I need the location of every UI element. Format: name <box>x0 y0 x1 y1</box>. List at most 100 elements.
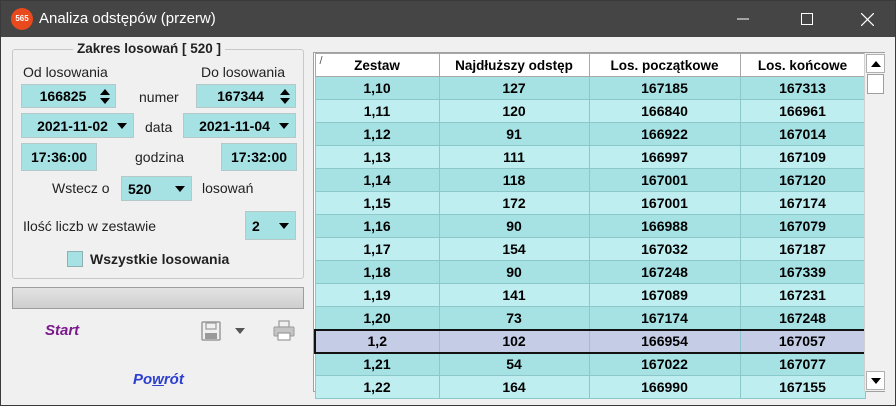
table-cell: 167313 <box>739 76 866 100</box>
to-draw-label: Do losowania <box>201 64 286 80</box>
title-bar[interactable]: 565 Analiza odstępów (przerw) <box>1 1 895 37</box>
spin-arrows-icon[interactable] <box>278 85 292 107</box>
table-cell: 166922 <box>588 122 741 146</box>
column-header-start-draw[interactable]: Los. początkowe <box>588 53 741 77</box>
table-cell: 167174 <box>588 306 741 330</box>
progress-bar <box>12 287 304 309</box>
back-label-mnemonic: w <box>152 371 164 388</box>
set-size-select[interactable]: 2 <box>245 211 296 240</box>
table-cell: 167022 <box>588 352 741 376</box>
sort-indicator-icon: / <box>319 55 323 67</box>
column-header-zestaw[interactable]: / Zestaw <box>314 53 440 77</box>
vertical-scrollbar[interactable] <box>864 53 885 391</box>
table-cell: 167231 <box>739 283 866 307</box>
table-cell: 167155 <box>739 375 866 399</box>
save-icon[interactable] <box>201 321 221 341</box>
table-row[interactable]: 1,22 164 166990 167155 <box>314 375 866 399</box>
table-cell: 1,19 <box>314 283 440 307</box>
table-cell: 1,21 <box>314 352 440 376</box>
table-cell: 102 <box>438 328 590 354</box>
table-cell: 1,13 <box>314 145 440 169</box>
back-by-label: Wstecz o <box>52 180 110 196</box>
dropdown-arrow-icon[interactable] <box>117 122 127 129</box>
table-cell: 1,18 <box>314 260 440 284</box>
column-header-end-draw[interactable]: Los. końcowe <box>739 53 866 77</box>
table-row[interactable]: 1,12 91 166922 167014 <box>314 122 866 146</box>
table-cell: 154 <box>438 237 590 261</box>
godzina-label: godzina <box>135 149 185 165</box>
from-number-spinner[interactable]: 166825 <box>21 84 116 108</box>
to-time-value: 17:32:00 <box>230 149 288 165</box>
back-label-start: Po <box>133 371 153 388</box>
table-row[interactable]: 1,18 90 167248 167339 <box>314 260 866 284</box>
table-cell: 167248 <box>739 306 866 330</box>
table-cell: 166961 <box>739 99 866 123</box>
spin-arrows-icon[interactable] <box>98 85 112 107</box>
minimize-icon <box>737 18 749 20</box>
table-row[interactable]: 1,19 141 167089 167231 <box>314 283 866 307</box>
scroll-thumb[interactable] <box>867 74 884 94</box>
to-number-spinner[interactable]: 167344 <box>196 84 296 108</box>
range-groupbox: Zakres losowań [ 520 ] Od losowania Do l… <box>12 41 304 279</box>
table-cell: 1,12 <box>314 122 440 146</box>
table-cell: 1,15 <box>314 191 440 215</box>
to-time-field[interactable]: 17:32:00 <box>221 143 297 171</box>
dropdown-arrow-icon[interactable] <box>279 222 289 229</box>
back-button[interactable]: Powrót <box>133 371 184 388</box>
back-by-value: 520 <box>128 180 152 197</box>
table-row[interactable]: 1,15 172 167001 167174 <box>314 191 866 215</box>
back-by-suffix: losowań <box>202 180 254 196</box>
table-row[interactable]: 1,11 120 166840 166961 <box>314 99 866 123</box>
dropdown-arrow-icon[interactable] <box>279 122 289 129</box>
table-row[interactable]: 1,14 118 167001 167120 <box>314 168 866 192</box>
table-cell: 1,10 <box>314 76 440 100</box>
table-row-selected[interactable]: 1,2 102 166954 167057 <box>314 328 866 354</box>
table-cell: 1,22 <box>314 375 440 399</box>
maximize-icon <box>801 13 813 25</box>
table-cell: 164 <box>438 375 590 399</box>
from-number-value: 166825 <box>39 88 87 104</box>
back-by-select[interactable]: 520 <box>121 176 192 201</box>
close-icon <box>860 12 874 26</box>
table-cell: 167339 <box>739 260 866 284</box>
to-number-value: 167344 <box>217 88 264 104</box>
chevron-down-icon[interactable] <box>235 327 245 335</box>
table-row[interactable]: 1,10 127 167185 167313 <box>314 76 866 100</box>
set-size-label: Ilość liczb w zestawie <box>23 218 157 234</box>
all-draws-label[interactable]: Wszystkie losowania <box>90 251 229 267</box>
set-size-value: 2 <box>252 217 260 234</box>
start-button[interactable]: Start <box>45 322 79 339</box>
table-cell: 167248 <box>588 260 741 284</box>
column-header-longest-gap[interactable]: Najdłuższy odstęp <box>438 53 590 77</box>
table-cell: 167089 <box>588 283 741 307</box>
table-cell: 172 <box>438 191 590 215</box>
from-time-field[interactable]: 17:36:00 <box>21 143 97 171</box>
scroll-down-button[interactable] <box>866 371 885 390</box>
table-row[interactable]: 1,17 154 167032 167187 <box>314 237 866 261</box>
scroll-up-icon <box>870 60 881 67</box>
from-date-picker[interactable]: 2021-11-02 <box>21 113 134 138</box>
table-cell: 1,2 <box>314 328 440 354</box>
scroll-up-button[interactable] <box>866 54 885 73</box>
table-row[interactable]: 1,20 73 167174 167248 <box>314 306 866 330</box>
maximize-button[interactable] <box>781 1 833 37</box>
close-button[interactable] <box>841 1 893 37</box>
table-cell: 1,11 <box>314 99 440 123</box>
table-cell: 167032 <box>588 237 741 261</box>
all-draws-checkbox[interactable] <box>67 251 83 267</box>
table-row[interactable]: 1,16 90 166988 167079 <box>314 214 866 238</box>
table-cell: 166997 <box>588 145 741 169</box>
table-row[interactable]: 1,21 54 167022 167077 <box>314 352 866 376</box>
printer-icon[interactable] <box>273 320 295 341</box>
to-date-picker[interactable]: 2021-11-04 <box>183 113 296 138</box>
table-cell: 1,14 <box>314 168 440 192</box>
table-row[interactable]: 1,13 111 166997 167109 <box>314 145 866 169</box>
dropdown-arrow-icon[interactable] <box>175 185 185 192</box>
table-cell: 166954 <box>588 328 741 354</box>
minimize-button[interactable] <box>717 1 769 37</box>
table-cell: 91 <box>438 122 590 146</box>
table-cell: 167185 <box>588 76 741 100</box>
results-table: / Zestaw Najdłuższy odstęp Los. początkow… <box>314 53 866 399</box>
results-grid[interactable]: / Zestaw Najdłuższy odstęp Los. początkow… <box>313 52 885 399</box>
table-cell: 73 <box>438 306 590 330</box>
